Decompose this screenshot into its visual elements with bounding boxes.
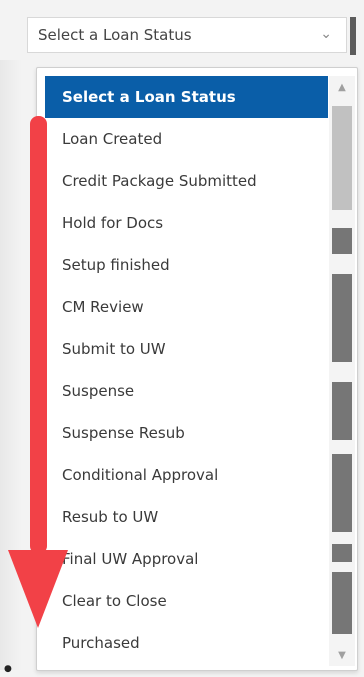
- scrollbar-track-block: [332, 382, 352, 440]
- option-suspense[interactable]: Suspense: [45, 370, 328, 412]
- dropdown-scrollbar[interactable]: ▲ ▼: [329, 76, 355, 666]
- scrollbar-track-block: [332, 572, 352, 634]
- option-resub-to-uw[interactable]: Resub to UW: [45, 496, 328, 538]
- triangle-down-icon[interactable]: ▼: [329, 644, 355, 666]
- option-credit-package-submitted[interactable]: Credit Package Submitted: [45, 160, 328, 202]
- option-conditional-approval[interactable]: Conditional Approval: [45, 454, 328, 496]
- option-setup-finished[interactable]: Setup finished: [45, 244, 328, 286]
- loan-status-select-value: Select a Loan Status: [38, 26, 192, 44]
- scrollbar-track-block: [332, 274, 352, 362]
- option-select-a-loan-status[interactable]: Select a Loan Status: [45, 76, 328, 118]
- select-border-edge: [350, 17, 356, 55]
- option-clear-to-close[interactable]: Clear to Close: [45, 580, 328, 622]
- option-purchased[interactable]: Purchased: [45, 622, 328, 664]
- scrollbar-track-block: [332, 454, 352, 532]
- option-cm-review[interactable]: CM Review: [45, 286, 328, 328]
- arrow-down-icon: [8, 116, 68, 628]
- scrollbar-thumb[interactable]: [332, 106, 352, 210]
- loan-status-select[interactable]: Select a Loan Status ⌄: [27, 17, 347, 53]
- dropdown-options: Select a Loan Status Loan Created Credit…: [45, 76, 328, 664]
- chevron-down-icon[interactable]: ⌄: [320, 26, 332, 42]
- corner-mark: ●: [4, 664, 12, 674]
- loan-status-dropdown: Select a Loan Status Loan Created Credit…: [36, 67, 358, 671]
- scrollbar-track-block: [332, 544, 352, 562]
- option-loan-created[interactable]: Loan Created: [45, 118, 328, 160]
- scrollbar-track-block: [332, 228, 352, 254]
- option-final-uw-approval[interactable]: Final UW Approval: [45, 538, 328, 580]
- option-hold-for-docs[interactable]: Hold for Docs: [45, 202, 328, 244]
- option-submit-to-uw[interactable]: Submit to UW: [45, 328, 328, 370]
- option-suspense-resub[interactable]: Suspense Resub: [45, 412, 328, 454]
- triangle-up-icon[interactable]: ▲: [329, 76, 355, 98]
